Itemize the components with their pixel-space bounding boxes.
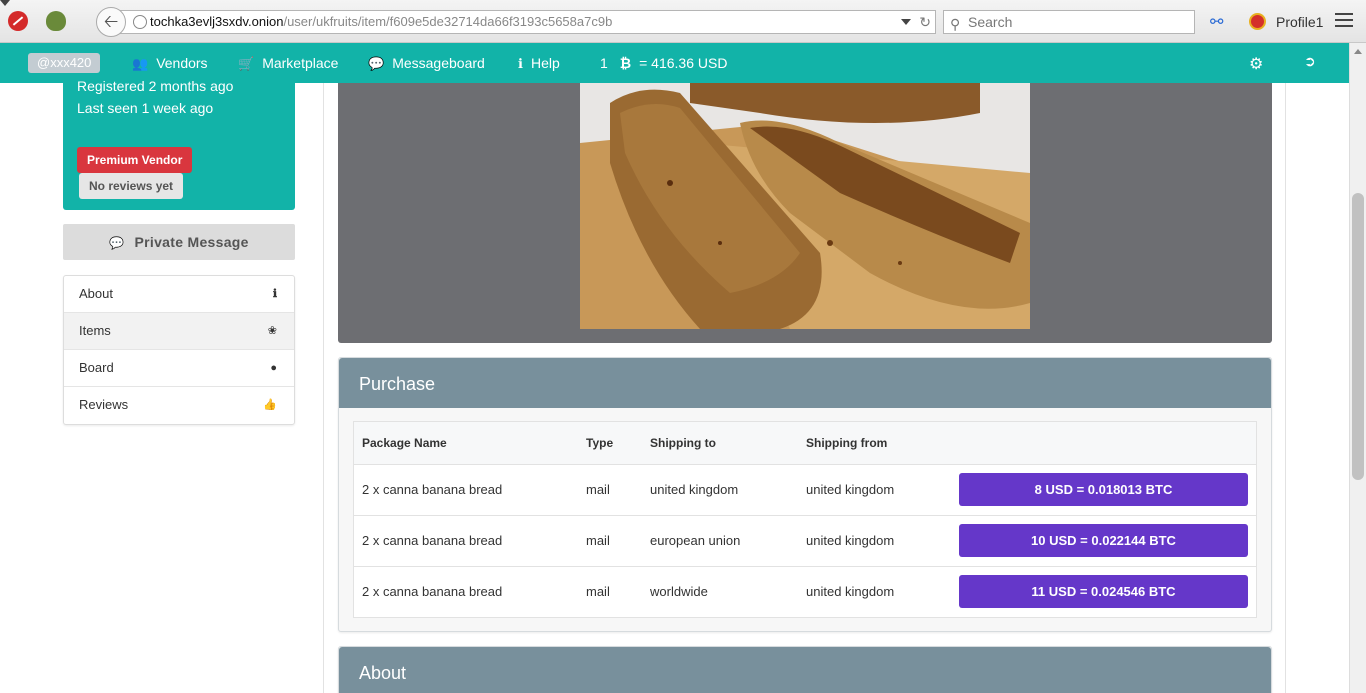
browser-toolbar: tochka3evlj3sxdv.onion/user/ukfruits/ite… [0, 0, 1366, 43]
package-name: 2 x canna banana bread [362, 533, 503, 548]
globe-icon [133, 15, 147, 29]
column-header-shipping-to: Shipping to [650, 436, 716, 450]
comment-icon: ● [270, 362, 277, 374]
sidebar-item-reviews[interactable]: Reviews 👍 [64, 387, 294, 424]
package-name: 2 x canna banana bread [362, 482, 503, 497]
sidebar-item-label: Board [79, 360, 114, 375]
logout-icon[interactable]: ➲ [1304, 53, 1316, 70]
leaf-icon: ❀ [267, 325, 277, 337]
comments-icon: 💬 [368, 56, 385, 71]
network-icon[interactable]: ⚯ [1210, 12, 1223, 32]
packages-table: Package Name Type Shipping to Shipping f… [353, 421, 1257, 618]
tor-button-icon[interactable] [8, 11, 28, 31]
nav-messageboard[interactable]: 💬 Messageboard [368, 43, 485, 83]
hamburger-menu-icon[interactable] [1335, 13, 1353, 29]
about-title: About [339, 647, 1271, 693]
package-ship-from: united kingdom [806, 482, 895, 497]
username-badge[interactable]: @xxx420 [28, 53, 101, 73]
btc-rate-text: = 416.36 USD [639, 55, 728, 71]
onion-icon[interactable] [46, 11, 66, 31]
column-header-type: Type [586, 436, 614, 450]
item-photo[interactable] [580, 83, 1030, 329]
scrollbar-thumb[interactable] [1352, 193, 1364, 480]
nav-help-label: Help [530, 55, 560, 71]
search-placeholder: Search [968, 14, 1013, 30]
package-ship-from: united kingdom [806, 533, 895, 548]
buy-button[interactable]: 11 USD = 0.024546 BTC [959, 575, 1248, 608]
info-icon: ℹ [272, 288, 277, 300]
column-header-package: Package Name [362, 436, 447, 450]
url-host: tochka3evlj3sxdv.onion [150, 14, 284, 29]
package-name: 2 x canna banana bread [362, 584, 503, 599]
nav-marketplace-label: Marketplace [262, 55, 339, 71]
package-type: mail [586, 584, 610, 599]
purchase-title: Purchase [339, 358, 1271, 408]
page-scrollbar[interactable] [1349, 43, 1366, 693]
cart-icon: 🛒 [238, 56, 255, 71]
private-message-button[interactable]: 💬 Private Message [63, 224, 295, 260]
nav-marketplace[interactable]: 🛒 Marketplace [238, 43, 338, 83]
vendor-last-seen: Last seen 1 week ago [77, 100, 214, 116]
package-ship-to: worldwide [650, 584, 708, 599]
search-input[interactable]: ⚲ Search [943, 10, 1195, 34]
comment-icon: 💬 [109, 236, 125, 250]
gear-icon[interactable]: ⚙ [1249, 54, 1263, 74]
sidebar-item-label: About [79, 286, 113, 301]
scroll-up-arrow-icon[interactable] [1354, 49, 1362, 54]
reload-icon[interactable]: ↻ [919, 11, 931, 33]
sidebar-item-label: Reviews [79, 397, 129, 412]
package-ship-to: european union [650, 533, 741, 548]
buy-button[interactable]: 8 USD = 0.018013 BTC [959, 473, 1248, 506]
chevron-down-icon[interactable] [0, 0, 10, 6]
table-row: 2 x canna banana bread mail worldwide un… [354, 566, 1256, 617]
thumbs-up-icon: 👍 [263, 399, 277, 411]
bitcoin-icon: ₿ [619, 55, 632, 71]
profile-icon[interactable] [1249, 13, 1266, 30]
package-type: mail [586, 482, 610, 497]
info-icon: ℹ [518, 56, 523, 71]
url-path: /user/ukfruits/item/f609e5de32714da66f31… [283, 14, 613, 29]
private-message-label: Private Message [134, 234, 249, 250]
nav-vendors[interactable]: 👥 Vendors [132, 43, 208, 83]
table-row: 2 x canna banana bread mail united kingd… [354, 464, 1256, 515]
back-button[interactable]: 🡠 [96, 7, 126, 37]
purchase-panel: Purchase Package Name Type Shipping to S… [338, 357, 1272, 632]
search-icon: ⚲ [950, 16, 961, 32]
package-type: mail [586, 533, 610, 548]
profile-label[interactable]: Profile1 [1276, 14, 1323, 30]
column-header-shipping-from: Shipping from [806, 436, 888, 450]
sidebar-item-items[interactable]: Items ❀ [64, 313, 294, 350]
nav-vendors-label: Vendors [156, 55, 208, 71]
package-ship-from: united kingdom [806, 584, 895, 599]
vendor-registered: Registered 2 months ago [77, 78, 234, 94]
nav-help[interactable]: ℹ Help [518, 43, 560, 83]
table-row: 2 x canna banana bread mail european uni… [354, 515, 1256, 566]
package-ship-to: united kingdom [650, 482, 739, 497]
sidebar-item-board[interactable]: Board ● [64, 350, 294, 387]
nav-messageboard-label: Messageboard [392, 55, 485, 71]
url-history-dropdown-icon[interactable] [901, 19, 911, 25]
vendor-info-box: Registered 2 months ago Last seen 1 week… [63, 78, 295, 210]
btc-rate-prefix: 1 [600, 55, 608, 71]
site-navbar: @xxx420 👥 Vendors 🛒 Marketplace 💬 Messagebo… [0, 43, 1366, 83]
table-header-row: Package Name Type Shipping to Shipping f… [354, 422, 1256, 464]
no-reviews-badge: No reviews yet [79, 173, 184, 199]
about-panel: About [338, 646, 1272, 693]
url-bar[interactable]: tochka3evlj3sxdv.onion/user/ukfruits/ite… [120, 10, 936, 34]
buy-button[interactable]: 10 USD = 0.022144 BTC [959, 524, 1248, 557]
btc-rate: 1 ₿ = 416.36 USD [600, 43, 727, 83]
vendor-side-menu: About ℹ Items ❀ Board ● Reviews 👍 [63, 275, 295, 425]
premium-vendor-badge: Premium Vendor [77, 147, 193, 173]
sidebar-item-label: Items [79, 323, 111, 338]
sidebar-item-about[interactable]: About ℹ [64, 276, 294, 313]
